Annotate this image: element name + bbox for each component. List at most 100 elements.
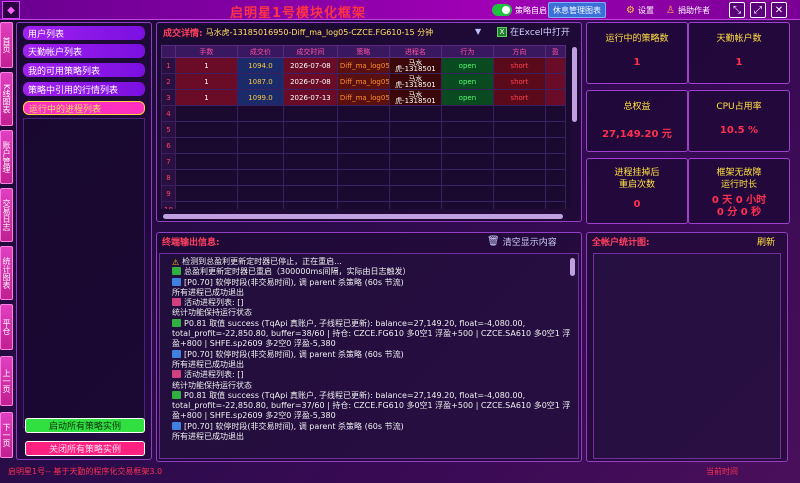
user-icon: ♙	[666, 4, 675, 16]
left-nav: 首页 K线图表 账户管理 交易日志 统计图表 平仓 上一页 下一页	[0, 22, 13, 460]
stat-tq-accounts: 天勤帐户数 1	[688, 22, 790, 84]
donate-label: 捐助作者	[677, 5, 710, 15]
col-profit[interactable]: 盈	[544, 45, 566, 58]
table-row[interactable]: 7	[161, 153, 566, 170]
trade-vscroll[interactable]	[572, 47, 577, 122]
nav-home[interactable]: 首页	[0, 22, 13, 68]
terminal-panel: 终端输出信息: 🗑 清空显示内容 ⚠ 检测到总盈利更新定时器已停止，正在重启...…	[156, 232, 582, 462]
account-chart-panel: 全帐户统计图: 刷新	[586, 232, 788, 462]
log-line: [P0.70] 软停时段(非交易时间), 调 parent 杀策略 (60s 节…	[172, 421, 572, 432]
donate-button[interactable]: ♙ 捐助作者	[662, 2, 714, 18]
app-title: 启明星1号模块化框架	[230, 6, 367, 21]
col-process[interactable]: 进程名	[388, 45, 442, 58]
check-icon	[172, 267, 181, 276]
account-chart-title: 全帐户统计图:	[592, 238, 650, 248]
table-row[interactable]: 10	[161, 201, 566, 209]
info-icon	[172, 277, 181, 286]
clear-output-button[interactable]: 🗑 清空显示内容	[487, 235, 557, 248]
nav-prev-page[interactable]: 上一页	[0, 356, 13, 406]
trade-hscroll[interactable]	[163, 214, 563, 219]
settings-button[interactable]: ⚙ 设置	[622, 2, 658, 18]
tq-account-list-button[interactable]: 天勤帐户列表	[23, 44, 145, 58]
nav-account[interactable]: 账户管理	[0, 130, 13, 184]
table-row[interactable]: 2 1 1087.0 2026-07-08 Diff_ma_log05 马水 虎-…	[161, 73, 566, 90]
gear-icon: ⚙	[626, 4, 635, 16]
trade-table[interactable]: 手数 成交价 成交时间 策略 进程名 行为 方向 盈 1 1 1094.0 20…	[161, 45, 571, 209]
list-content[interactable]	[23, 118, 145, 428]
rest-mgmt-button[interactable]: 休息管理图表	[548, 2, 606, 18]
strategy-autostart-label: 策略自启	[515, 5, 547, 15]
chart-icon	[172, 370, 181, 379]
refresh-button[interactable]: 刷新	[757, 235, 775, 248]
check-icon	[172, 318, 181, 327]
stat-total-equity: 总权益 27,149.20 元	[586, 90, 688, 152]
table-row[interactable]: 8	[161, 169, 566, 186]
log-line: 活动进程列表: []	[172, 298, 572, 308]
nav-close-position[interactable]: 平仓	[0, 304, 13, 350]
market-list-button[interactable]: 策略中引用的行情列表	[23, 82, 145, 96]
open-excel-button[interactable]: X 在Excel中打开	[497, 25, 570, 38]
strategy-list-button[interactable]: 我的可用策略列表	[23, 63, 145, 77]
col-direction[interactable]: 方向	[492, 45, 546, 58]
table-row[interactable]: 9	[161, 185, 566, 202]
log-line: 统计功能保持运行状态	[172, 308, 252, 318]
footer-app-info: 启明星1号-- 基于天勤的程序化交易框架3.0	[8, 467, 163, 476]
nav-next-page[interactable]: 下一页	[0, 412, 13, 458]
table-row[interactable]: 5	[161, 121, 566, 138]
chevron-down-icon[interactable]: ▼	[475, 27, 481, 36]
info-icon	[172, 349, 181, 358]
terminal-title: 终端输出信息:	[162, 238, 220, 248]
log-line: P0.81 取值 success (TqApi 真账户, 子线程已更新): ba…	[172, 390, 571, 421]
info-icon	[172, 421, 181, 430]
stat-restart-count: 进程挂掉后 重启次数 0	[586, 158, 688, 224]
toggle-icon	[492, 4, 512, 16]
terminal-output[interactable]: ⚠ 检测到总盈利更新定时器已停止，正在重启... 总盈利更新定时器已重启（30000…	[159, 253, 579, 459]
table-row[interactable]: 1 1 1094.0 2026-07-08 Diff_ma_log05 马水 虎-…	[161, 57, 566, 74]
log-line: ⚠ 检测到总盈利更新定时器已停止，正在重启...	[172, 257, 342, 267]
warning-icon: ⚠	[172, 258, 180, 267]
process-list-button[interactable]: 运行中的进程列表	[23, 101, 145, 115]
col-time[interactable]: 成交时间	[282, 45, 338, 58]
trade-label: 成交详情:	[163, 29, 203, 39]
log-line: P0.81 取值 success (TqApi 真账户, 子线程已更新): ba…	[172, 318, 571, 349]
col-strategy[interactable]: 策略	[336, 45, 390, 58]
strategy-autostart-toggle[interactable]: 策略自启	[488, 2, 551, 18]
col-action[interactable]: 行为	[440, 45, 494, 58]
log-line: 所有进程已成功退出	[172, 359, 244, 369]
stat-cpu: CPU占用率 10.5 %	[688, 90, 790, 152]
stop-all-button[interactable]: 关闭所有策略实例	[25, 441, 145, 456]
account-chart-area	[593, 253, 781, 459]
expand-icon[interactable]: ⤢	[750, 2, 766, 18]
col-qty[interactable]: 手数	[174, 45, 238, 58]
chart-icon	[172, 298, 181, 307]
log-line: [P0.70] 软停时段(非交易时间), 调 parent 杀策略 (60s 节…	[172, 277, 572, 288]
stat-running-strategies: 运行中的策略数 1	[586, 22, 688, 84]
basket-icon: 🗑	[487, 236, 500, 247]
trade-panel: 成交详情: 马水虎-13185016950-Diff_ma_log05-CZCE…	[156, 22, 582, 222]
shrink-icon[interactable]: ⤡	[729, 2, 745, 18]
settings-label: 设置	[637, 5, 654, 15]
start-all-button[interactable]: 启动所有策略实例	[25, 418, 145, 433]
log-line: 总盈利更新定时器已重启（300000ms间隔，实际由日志触发）	[172, 267, 572, 277]
log-line: [P0.70] 软停时段(非交易时间), 调 parent 杀策略 (60s 节…	[172, 349, 572, 360]
list-panel: 用户列表 天勤帐户列表 我的可用策略列表 策略中引用的行情列表 运行中的进程列表…	[16, 22, 152, 460]
clear-output-label: 清空显示内容	[502, 238, 557, 248]
title-bar: ◆ 启明星1号模块化框架 策略自启 休息管理图表 ⚙ 设置 ♙ 捐助作者 ⤡ ⤢…	[0, 0, 800, 21]
close-icon[interactable]: ✕	[771, 2, 787, 18]
stat-uptime: 框架无故障 运行时长 0 天 0 小时 0 分 0 秒	[688, 158, 790, 224]
nav-kline[interactable]: K线图表	[0, 72, 13, 126]
nav-stats[interactable]: 统计图表	[0, 246, 13, 300]
terminal-vscroll[interactable]	[570, 258, 575, 276]
log-line: 统计功能保持运行状态	[172, 380, 252, 390]
user-list-button[interactable]: 用户列表	[23, 26, 145, 40]
col-price[interactable]: 成交价	[236, 45, 284, 58]
excel-icon: X	[497, 26, 507, 37]
table-row[interactable]: 3 1 1099.0 2026-07-13 Diff_ma_log05 马水 虎-…	[161, 89, 566, 106]
log-line: 所有进程已成功退出	[172, 287, 244, 297]
table-row[interactable]: 4	[161, 105, 566, 122]
nav-tradelog[interactable]: 交易日志	[0, 188, 13, 242]
app-logo-icon: ◆	[2, 1, 20, 19]
trade-selector[interactable]: 马水虎-13185016950-Diff_ma_log05-CZCE.FG610…	[206, 27, 434, 38]
table-row[interactable]: 6	[161, 137, 566, 154]
log-line: 所有进程已成功退出	[172, 432, 244, 442]
